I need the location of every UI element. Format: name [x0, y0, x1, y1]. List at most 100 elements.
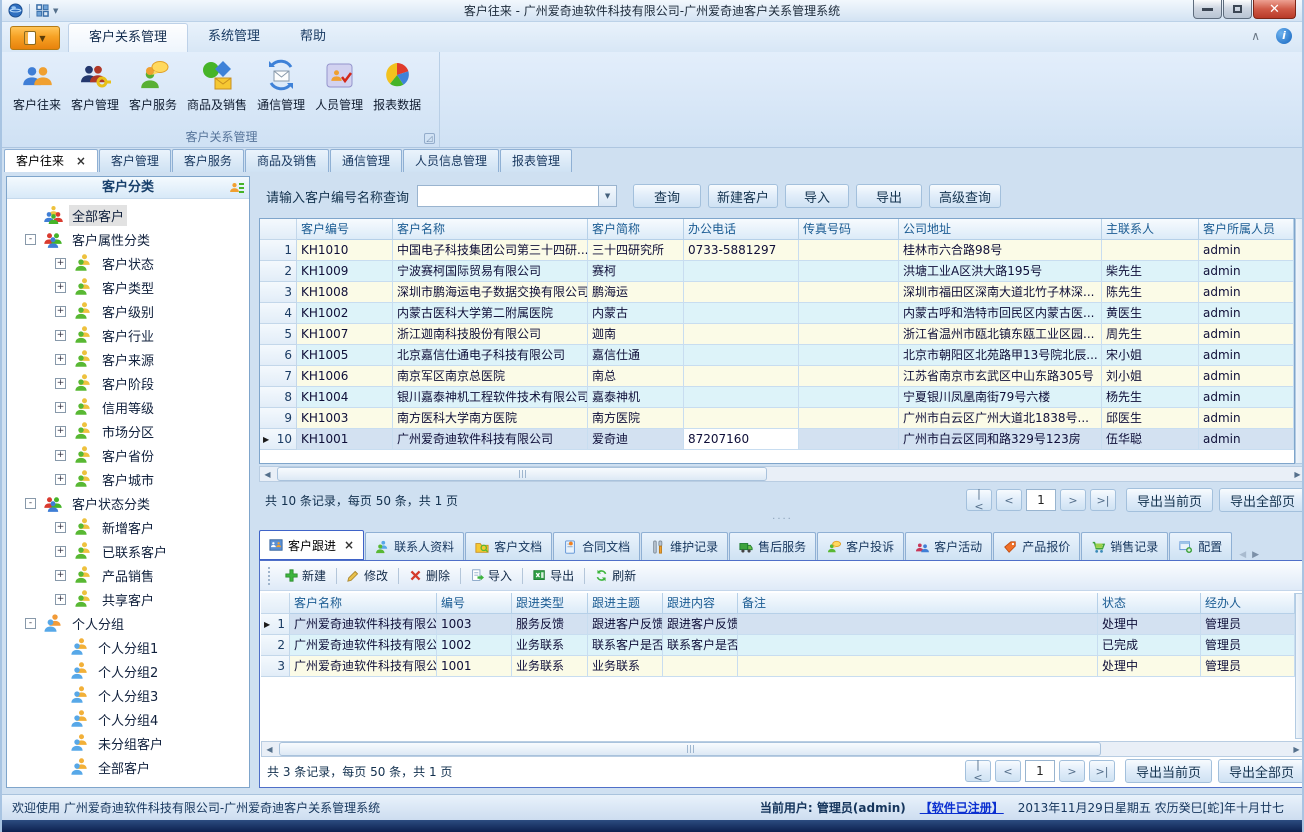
tree-item-customer-type[interactable]: + 客户类型	[7, 275, 249, 299]
last-page-button[interactable]: >|	[1090, 489, 1116, 511]
tab-customer-activities[interactable]: 客户活动	[905, 532, 992, 560]
table-row[interactable]: 3 广州爱奇迪软件科技有限公司 1001 业务联系 业务联系 处理中 管理员	[261, 656, 1295, 677]
tree-expand-icon[interactable]: +	[55, 282, 66, 293]
column-header[interactable]: 经办人	[1201, 593, 1295, 614]
maximize-button[interactable]	[1223, 0, 1252, 19]
export-button[interactable]: 导出	[856, 184, 922, 208]
close-icon[interactable]: ×	[344, 538, 354, 552]
tab-scroll-right-icon[interactable]: ▶	[1252, 550, 1259, 560]
horizontal-scrollbar[interactable]: ◀ ▶	[261, 741, 1304, 757]
ribbon-tab-help[interactable]: 帮助	[280, 23, 346, 52]
ribbon-button-goods-sales[interactable]: 商品及销售	[182, 56, 252, 115]
next-page-button[interactable]: >	[1060, 489, 1086, 511]
tree-collapse-icon[interactable]: -	[25, 498, 36, 509]
tree-expand-icon[interactable]: +	[55, 402, 66, 413]
first-page-button[interactable]: |<	[965, 760, 991, 782]
tab-customer-follow-up[interactable]: 客户跟进 ×	[259, 530, 364, 560]
tree-item-customer-province[interactable]: + 客户省份	[7, 443, 249, 467]
tree-expand-icon[interactable]: +	[55, 474, 66, 485]
tree-item-customer-city[interactable]: + 客户城市	[7, 467, 249, 491]
column-header[interactable]: 客户编号	[297, 219, 393, 240]
ribbon-tab-crm[interactable]: 客户关系管理	[68, 23, 188, 52]
horizontal-scrollbar[interactable]: ◀ ▶	[259, 466, 1304, 482]
customer-search-input[interactable]: ▼	[417, 185, 617, 207]
tree-item-customer-level[interactable]: + 客户级别	[7, 299, 249, 323]
table-row[interactable]: ▶10 KH1001 广州爱奇迪软件科技有限公司 爱奇迪 87207160 广州…	[260, 429, 1294, 450]
close-button[interactable]: ✕	[1253, 0, 1296, 19]
tree-expand-icon[interactable]: +	[55, 378, 66, 389]
last-page-button[interactable]: >|	[1089, 760, 1115, 782]
tree-item-all-customers-group[interactable]: 全部客户	[7, 755, 249, 779]
column-header[interactable]: 跟进类型	[512, 593, 588, 614]
app-menu-button[interactable]: ▼	[10, 26, 60, 50]
table-row[interactable]: 2 广州爱奇迪软件科技有限公司 1002 业务联系 联系客户是否... 联系客户…	[261, 635, 1295, 656]
table-row[interactable]: 4 KH1002 内蒙古医科大学第二附属医院 内蒙古 内蒙古呼和浩特市回民区内蒙…	[260, 303, 1294, 324]
column-header[interactable]: 客户简称	[588, 219, 684, 240]
table-row[interactable]: 9 KH1003 南方医科大学南方医院 南方医院 广州市白云区广州大道北1838…	[260, 408, 1294, 429]
tree-item-attribute-category[interactable]: - 客户属性分类	[7, 227, 249, 251]
column-header[interactable]: 备注	[738, 593, 1098, 614]
refresh-button[interactable]: 刷新	[589, 564, 642, 587]
column-header[interactable]: 传真号码	[799, 219, 899, 240]
table-row[interactable]: 1 KH1010 中国电子科技集团公司第三十四研... 三十四研究所 0733-…	[260, 240, 1294, 261]
vertical-scrollbar[interactable]	[1295, 218, 1304, 464]
import-button[interactable]: 导入	[785, 184, 849, 208]
license-link[interactable]: 【软件已注册】	[920, 799, 1004, 816]
column-header[interactable]: 主联系人	[1102, 219, 1199, 240]
tab-product-quotes[interactable]: 产品报价	[993, 532, 1080, 560]
scroll-right-icon[interactable]: ▶	[1290, 470, 1304, 479]
minimize-button[interactable]	[1193, 0, 1222, 19]
tab-configuration[interactable]: 配置	[1169, 532, 1232, 560]
tree-item-credit-rating[interactable]: + 信用等级	[7, 395, 249, 419]
export-current-page-button[interactable]: 导出当前页	[1125, 759, 1212, 783]
close-icon[interactable]: ×	[76, 154, 86, 168]
tree-expand-icon[interactable]: +	[55, 450, 66, 461]
tree-item-all-customers[interactable]: 全部客户	[7, 203, 249, 227]
column-header[interactable]: 公司地址	[899, 219, 1102, 240]
column-header[interactable]: 办公电话	[684, 219, 799, 240]
tab-scroll-left-icon[interactable]: ◀	[1239, 550, 1246, 560]
tab-customer-complaints[interactable]: 客户投诉	[817, 532, 904, 560]
export-all-pages-button[interactable]: 导出全部页	[1219, 488, 1304, 512]
tree-item-customer-status[interactable]: + 客户状态	[7, 251, 249, 275]
first-page-button[interactable]: |<	[966, 489, 992, 511]
tree-expand-icon[interactable]: +	[55, 330, 66, 341]
combo-dropdown-icon[interactable]: ▼	[598, 186, 616, 206]
column-header[interactable]: 客户名称	[393, 219, 588, 240]
scroll-right-icon[interactable]: ▶	[1289, 745, 1304, 754]
prev-page-button[interactable]: <	[995, 760, 1021, 782]
tree-expand-icon[interactable]: +	[55, 546, 66, 557]
toolbar-grip[interactable]	[268, 567, 271, 585]
tab-sales-records[interactable]: 销售记录	[1081, 532, 1168, 560]
query-button[interactable]: 查询	[633, 184, 701, 208]
tab-maintenance-records[interactable]: 维护记录	[641, 532, 728, 560]
scroll-left-icon[interactable]: ◀	[260, 470, 275, 479]
tab-contract-docs[interactable]: 合同文档	[553, 532, 640, 560]
table-row[interactable]: 6 KH1005 北京嘉信仕通电子科技有限公司 嘉信仕通 北京市朝阳区北苑路甲1…	[260, 345, 1294, 366]
tree-expand-icon[interactable]: +	[55, 258, 66, 269]
page-number-input[interactable]: 1	[1025, 760, 1055, 782]
table-row[interactable]: 7 KH1006 南京军区南京总医院 南总 江苏省南京市玄武区中山东路305号 …	[260, 366, 1294, 387]
tree-item-personal-group-2[interactable]: 个人分组2	[7, 659, 249, 683]
column-header[interactable]: 客户名称	[290, 593, 437, 614]
tree-expand-icon[interactable]: +	[55, 570, 66, 581]
tree-item-customer-source[interactable]: + 客户来源	[7, 347, 249, 371]
vertical-scrollbar[interactable]	[1295, 593, 1304, 739]
tree-item-customer-industry[interactable]: + 客户行业	[7, 323, 249, 347]
export-records-button[interactable]: 导出	[527, 564, 580, 587]
tree-item-new-customers[interactable]: + 新增客户	[7, 515, 249, 539]
tree-expand-icon[interactable]: +	[55, 306, 66, 317]
tree-collapse-icon[interactable]: -	[25, 234, 36, 245]
tree-collapse-icon[interactable]: -	[25, 618, 36, 629]
table-row[interactable]: 5 KH1007 浙江迦南科技股份有限公司 迦南 浙江省温州市瓯北镇东瓯工业区园…	[260, 324, 1294, 345]
edit-record-button[interactable]: 修改	[341, 564, 394, 587]
new-record-button[interactable]: 新建	[279, 564, 332, 587]
table-row[interactable]: 8 KH1004 银川嘉泰神机工程软件技术有限公司 嘉泰神机 宁夏银川凤凰南街7…	[260, 387, 1294, 408]
tab-customer-docs[interactable]: 客户文档	[465, 532, 552, 560]
tree-item-ungrouped-customers[interactable]: 未分组客户	[7, 731, 249, 755]
tree-item-contacted-customers[interactable]: + 已联系客户	[7, 539, 249, 563]
new-customer-button[interactable]: 新建客户	[708, 184, 778, 208]
import-records-button[interactable]: 导入	[465, 564, 518, 587]
advanced-query-button[interactable]: 高级查询	[929, 184, 1001, 208]
tree-expand-icon[interactable]: +	[55, 426, 66, 437]
